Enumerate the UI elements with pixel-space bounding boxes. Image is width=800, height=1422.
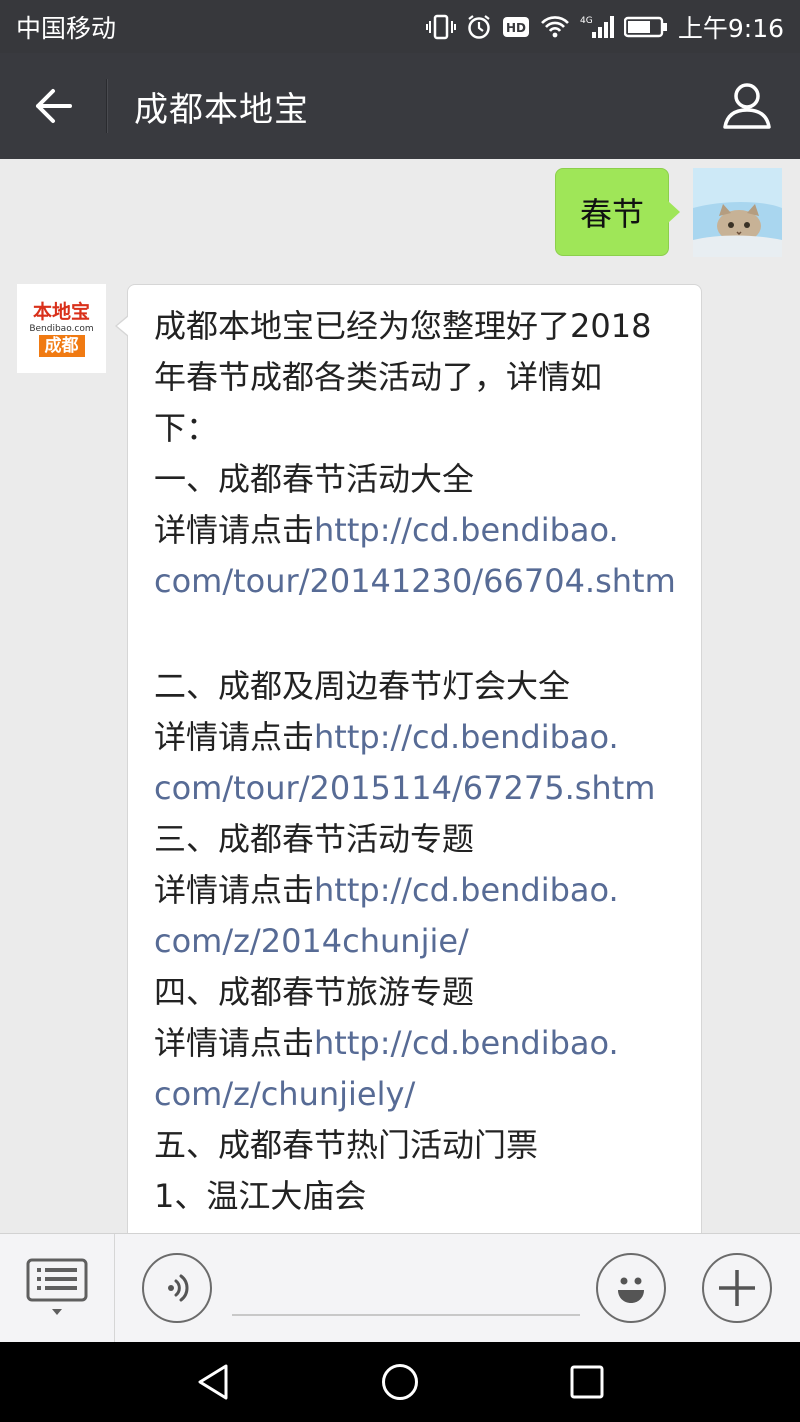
sent-message-bubble[interactable]: 春节	[554, 168, 681, 256]
section-4-link[interactable]: http://cd.bendibao.	[314, 1024, 619, 1062]
svg-text:HD: HD	[506, 21, 526, 35]
plus-icon	[719, 1270, 755, 1306]
logo-domain-text: Bendibao.com	[29, 323, 94, 334]
voice-icon	[168, 1274, 189, 1302]
battery-icon	[623, 15, 668, 39]
smiley-icon	[618, 1277, 644, 1303]
input-bar	[0, 1233, 800, 1342]
reply-intro-line-2: 年春节成都各类活动了，详情如	[154, 358, 603, 396]
section-3-link-continued[interactable]: com/z/2014chunjie/	[154, 916, 701, 967]
section-3-title: 三、成都春节活动专题	[154, 820, 475, 858]
alarm-icon	[466, 14, 492, 40]
svg-text:4G: 4G	[580, 16, 593, 26]
chat-info-button[interactable]	[694, 53, 800, 159]
detail-prefix: 详情请点击	[154, 871, 315, 909]
section-1-detail: 详情请点击http://cd.bendibao.	[154, 505, 701, 556]
detail-prefix: 详情请点击	[154, 718, 315, 756]
wifi-icon	[540, 15, 570, 39]
keyboard-menu-icon	[26, 1258, 88, 1315]
received-message-bubble[interactable]: 成都本地宝已经为您整理好了2018 年春节成都各类活动了，详情如 下： 一、成都…	[115, 284, 702, 1233]
received-message-row: 本地宝 Bendibao.com 成都 成都本地宝已经为您整理好了2018 年春…	[17, 284, 702, 1233]
emoji-button[interactable]	[596, 1253, 666, 1323]
section-2-link[interactable]: http://cd.bendibao.	[314, 718, 619, 756]
nav-recents-button[interactable]	[547, 1342, 627, 1422]
section-2-link-continued[interactable]: com/tour/2015114/67275.shtm	[154, 763, 701, 814]
hd-icon: HD	[502, 15, 530, 39]
circle-home-icon	[381, 1364, 418, 1400]
section-5-title: 五、成都春节热门活动门票	[154, 1126, 539, 1164]
section-3-link[interactable]: http://cd.bendibao.	[314, 871, 619, 909]
voice-button[interactable]	[142, 1253, 212, 1323]
back-button[interactable]	[0, 53, 106, 159]
logo-city-text: 成都	[38, 334, 85, 357]
section-4-title: 四、成都春节旅游专题	[154, 973, 475, 1011]
signal-icon: 4G	[580, 14, 614, 40]
back-arrow-icon	[36, 89, 72, 123]
menu-toggle-button[interactable]	[0, 1234, 115, 1342]
reply-intro-line-1: 成都本地宝已经为您整理好了2018	[154, 307, 652, 345]
sent-message-row: 春节	[554, 168, 782, 257]
section-1-link-continued[interactable]: com/tour/20141230/66704.shtm	[154, 556, 701, 607]
chat-title: 成都本地宝	[134, 89, 309, 130]
title-bar: 成都本地宝	[0, 53, 800, 159]
detail-prefix: 详情请点击	[154, 1024, 315, 1062]
sent-message-text: 春节	[579, 195, 644, 233]
vibrate-icon	[425, 14, 456, 40]
cat-avatar-image	[693, 168, 782, 257]
section-5-item-1: 1、温江大庙会	[154, 1177, 367, 1215]
reply-intro-line-3: 下：	[154, 409, 219, 447]
more-options-button[interactable]	[702, 1253, 772, 1323]
section-1-link[interactable]: http://cd.bendibao.	[314, 511, 619, 549]
status-bar: 中国移动 HD 4G 上午9:16	[0, 0, 800, 53]
person-icon	[723, 83, 771, 129]
section-4-detail: 详情请点击http://cd.bendibao.	[154, 1018, 701, 1069]
nav-back-button[interactable]	[173, 1342, 253, 1422]
my-avatar[interactable]	[693, 168, 782, 257]
clock-time: 上午9:16	[677, 13, 784, 43]
chat-area[interactable]: 春节 本地宝 Bendibao.com 成都 成都本地宝已经为您整理好了2018…	[0, 159, 800, 1233]
message-input[interactable]	[232, 1264, 580, 1316]
status-icons: HD 4G 上午9:16	[425, 9, 784, 45]
section-2-detail: 详情请点击http://cd.bendibao.	[154, 712, 701, 763]
section-2-title: 二、成都及周边春节灯会大全	[154, 667, 571, 705]
nav-home-button[interactable]	[360, 1342, 440, 1422]
section-3-detail: 详情请点击http://cd.bendibao.	[154, 865, 701, 916]
section-4-link-continued[interactable]: com/z/chunjiely/	[154, 1069, 701, 1120]
system-nav-bar	[0, 1342, 800, 1422]
carrier-name: 中国移动	[16, 13, 117, 43]
logo-brand-text: 本地宝	[32, 300, 90, 323]
clipped-line	[154, 1222, 701, 1233]
bot-avatar[interactable]: 本地宝 Bendibao.com 成都	[17, 284, 106, 373]
detail-prefix: 详情请点击	[154, 511, 315, 549]
triangle-back-icon	[198, 1364, 228, 1400]
square-recents-icon	[570, 1365, 604, 1399]
section-1-title: 一、成都春节活动大全	[154, 460, 475, 498]
title-divider	[106, 79, 108, 133]
